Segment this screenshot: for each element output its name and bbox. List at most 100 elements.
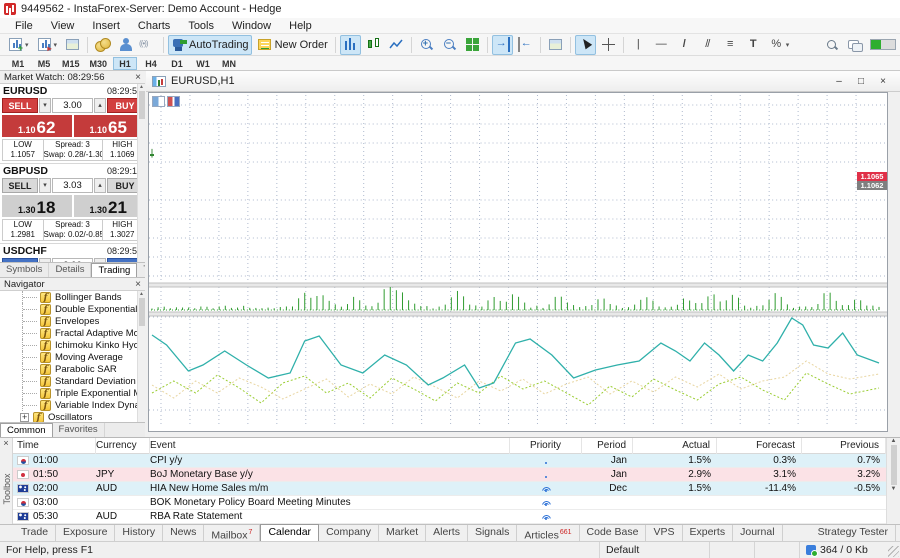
price-chart[interactable] bbox=[149, 93, 887, 431]
volume-increment[interactable]: ▴ bbox=[94, 98, 106, 113]
signals-button[interactable] bbox=[138, 35, 159, 55]
new-window-button[interactable] bbox=[545, 35, 566, 55]
expand-icon[interactable] bbox=[20, 413, 29, 422]
column-event[interactable]: Event bbox=[150, 438, 510, 454]
menu-item[interactable]: Insert bbox=[83, 18, 129, 34]
timeframe-button[interactable]: H4 bbox=[139, 57, 163, 70]
volume-increment[interactable]: ▴ bbox=[94, 178, 106, 193]
sell-price[interactable]: 1.3018 bbox=[2, 195, 72, 217]
menu-item[interactable]: Window bbox=[223, 18, 280, 34]
timeframe-button[interactable]: W1 bbox=[191, 57, 215, 70]
strategy-tester-tab[interactable]: Strategy Tester bbox=[811, 525, 896, 541]
timeframe-button[interactable]: M15 bbox=[58, 57, 84, 70]
buy-price[interactable]: 1.3021 bbox=[74, 195, 144, 217]
chart-maximize-button[interactable]: □ bbox=[850, 76, 872, 87]
vertical-line-button[interactable] bbox=[628, 35, 649, 55]
panel-tab[interactable]: Trading bbox=[91, 263, 137, 277]
search-button[interactable] bbox=[821, 35, 842, 55]
one-click-panel-icon[interactable] bbox=[152, 96, 165, 107]
one-click-trading-widget[interactable] bbox=[152, 96, 180, 107]
navigator-item[interactable]: f Envelopes bbox=[0, 315, 145, 327]
calendar-row[interactable]: 01:00 CPI y/y Jan 1.5% 0.3% 0.7% bbox=[13, 454, 886, 468]
deposit-button[interactable] bbox=[92, 35, 113, 55]
navigator-scrollbar[interactable]: ▲ bbox=[137, 291, 145, 423]
scroll-up-icon[interactable]: ▲ bbox=[891, 438, 897, 444]
market-watch-scrollbar[interactable]: ▲ bbox=[137, 84, 145, 262]
menu-item[interactable]: File bbox=[6, 18, 42, 34]
account-button[interactable] bbox=[115, 35, 136, 55]
navigator-item[interactable]: f Ichimoku Kinko Hyo bbox=[0, 339, 145, 351]
profiles-button[interactable]: ▸▾ bbox=[34, 35, 61, 55]
volume-decrement[interactable]: ▾ bbox=[39, 98, 51, 113]
depth-of-market-icon[interactable] bbox=[167, 96, 180, 107]
line-chart-button[interactable] bbox=[386, 35, 407, 55]
toolbox-tab[interactable]: News bbox=[163, 525, 204, 541]
chevron-down-icon[interactable]: ▾ bbox=[786, 41, 790, 49]
sell-price[interactable]: 1.1062 bbox=[2, 115, 72, 137]
panel-tab[interactable]: Symbols bbox=[0, 263, 49, 277]
cursor-button[interactable] bbox=[575, 35, 596, 55]
chat-button[interactable] bbox=[844, 35, 865, 55]
panel-tab[interactable]: Details bbox=[49, 263, 91, 277]
channel-button[interactable] bbox=[697, 35, 718, 55]
calendar-row[interactable]: 05:30 AUD RBA Rate Statement bbox=[13, 510, 886, 524]
menu-item[interactable]: Tools bbox=[179, 18, 223, 34]
column-forecast[interactable]: Forecast bbox=[717, 438, 802, 454]
scroll-up-icon[interactable]: ▲ bbox=[139, 291, 144, 297]
column-period[interactable]: Period bbox=[582, 438, 633, 454]
navigator-item[interactable]: f Standard Deviation bbox=[0, 375, 145, 387]
crosshair-button[interactable] bbox=[598, 35, 619, 55]
timeframe-button[interactable]: H1 bbox=[113, 57, 137, 70]
navigator-item[interactable]: f Double Exponential bbox=[0, 303, 145, 315]
calendar-row[interactable]: 01:50 JPY BoJ Monetary Base y/y Jan 2.9%… bbox=[13, 468, 886, 482]
close-icon[interactable]: × bbox=[0, 438, 12, 449]
market-watch-symbol[interactable]: USDCHF 08:29:53 SELL ▾ 3.00 ▴ BUY LOW HI… bbox=[0, 244, 145, 262]
sell-button[interactable]: SELL bbox=[2, 98, 38, 113]
title-bar[interactable]: 9449562 - InstaForex-Server: Demo Accoun… bbox=[0, 0, 900, 18]
status-profile[interactable]: Default bbox=[600, 542, 710, 558]
chart-close-button[interactable]: × bbox=[872, 76, 894, 87]
tile-windows-button[interactable] bbox=[462, 35, 483, 55]
fibonacci-button[interactable] bbox=[720, 35, 741, 55]
timeframe-button[interactable]: M30 bbox=[86, 57, 112, 70]
toolbox-tab[interactable]: Exposure bbox=[56, 525, 115, 541]
scroll-down-icon[interactable]: ▼ bbox=[891, 486, 897, 492]
timeframe-button[interactable]: D1 bbox=[165, 57, 189, 70]
toolbox-tab[interactable]: Signals bbox=[468, 525, 517, 541]
toolbox-tab[interactable]: Company bbox=[319, 525, 379, 541]
chart-area[interactable]: 1.1065 1.1062 bbox=[148, 92, 888, 432]
candlestick-chart-button[interactable] bbox=[363, 35, 384, 55]
toolbox-tab[interactable]: Market bbox=[379, 525, 426, 541]
column-currency[interactable]: Currency bbox=[96, 438, 150, 454]
chart-shift-button[interactable] bbox=[515, 35, 536, 55]
chevron-down-icon[interactable]: ▾ bbox=[54, 41, 58, 49]
toolbox-tab[interactable]: Calendar bbox=[260, 524, 319, 541]
chart-title-bar[interactable]: EURUSD,H1 – □ × bbox=[146, 71, 900, 92]
autotrading-button[interactable]: AutoTrading bbox=[168, 35, 252, 55]
navigator-item[interactable]: f Triple Exponential M bbox=[0, 387, 145, 399]
auto-scroll-button[interactable] bbox=[492, 35, 513, 55]
calendar-scrollbar[interactable]: ▲ ▼ bbox=[886, 438, 900, 525]
navigator-item[interactable]: f Parabolic SAR bbox=[0, 363, 145, 375]
toolbox-tab[interactable]: Experts bbox=[683, 525, 734, 541]
volume-input[interactable]: 3.03 bbox=[52, 178, 93, 193]
toolbox-tab[interactable]: Articles661 bbox=[517, 525, 579, 541]
navigator-header[interactable]: Navigator × bbox=[0, 278, 145, 291]
scrollbar-thumb[interactable] bbox=[139, 91, 145, 119]
calendar-header-row[interactable]: Time Currency Event Priority Period Actu… bbox=[13, 438, 886, 454]
calendar-row[interactable]: 02:00 AUD HIA New Home Sales m/m Dec 1.5… bbox=[13, 482, 886, 496]
column-priority[interactable]: Priority bbox=[510, 438, 582, 454]
market-watch-header[interactable]: Market Watch: 08:29:56 × bbox=[0, 71, 145, 84]
panel-tab[interactable]: Common bbox=[0, 423, 53, 437]
menu-item[interactable]: View bbox=[42, 18, 84, 34]
timeframe-button[interactable]: M5 bbox=[32, 57, 56, 70]
navigator-item[interactable]: f Variable Index Dyna bbox=[0, 399, 145, 411]
toolbox-tab[interactable]: Mailbox7 bbox=[204, 525, 260, 541]
zoom-in-button[interactable]: + bbox=[416, 35, 437, 55]
market-watch-symbol[interactable]: EURUSD 08:29:56 SELL ▾ 3.00 ▴ BUY 1.1062… bbox=[0, 84, 145, 164]
close-icon[interactable]: × bbox=[135, 72, 141, 83]
navigator-item[interactable]: f Fractal Adaptive Mo bbox=[0, 327, 145, 339]
market-watch-symbol[interactable]: GBPUSD 08:29:18 SELL ▾ 3.03 ▴ BUY 1.3018… bbox=[0, 164, 145, 244]
toolbox-tab[interactable]: Code Base bbox=[580, 525, 647, 541]
objects-button[interactable]: ▾ bbox=[766, 35, 793, 55]
